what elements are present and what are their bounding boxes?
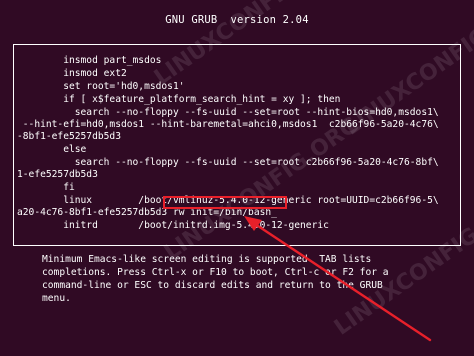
annotation-arrow-icon — [244, 216, 432, 342]
grub-screen: LINUXCONFIG.ORG LINUXCONFIG.ORG LINUXCON… — [0, 0, 474, 356]
